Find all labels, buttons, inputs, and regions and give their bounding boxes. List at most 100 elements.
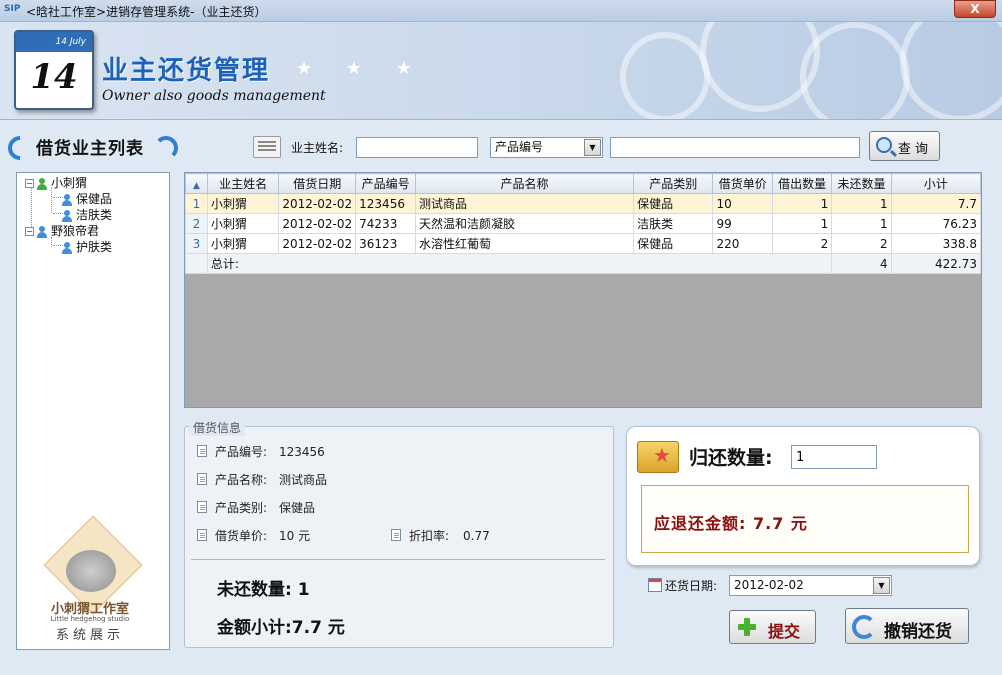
app-icon: SIP [4, 4, 21, 14]
cell-name: 水溶性红葡萄 [415, 233, 635, 254]
col-owner[interactable]: 业主姓名 [206, 173, 280, 194]
submit-label: 提交 [768, 622, 801, 641]
cell-name: 天然温和洁颜凝胶 [415, 213, 635, 234]
cell-price: 99 [712, 213, 773, 234]
document-icon [197, 445, 207, 457]
cell-category: 保健品 [633, 233, 714, 254]
col-date[interactable]: 借货日期 [278, 173, 357, 194]
price-value: 10 元 [279, 529, 311, 543]
refund-box: 应退还金额: 7.7 元 [641, 485, 969, 553]
undo-return-button[interactable]: 撤销还货 [845, 608, 969, 644]
person-blue-icon [61, 209, 73, 222]
loan-table[interactable]: ▲ 业主姓名 借货日期 产品编号 产品名称 产品类别 借货单价 借出数量 未还数… [185, 173, 982, 274]
divider [191, 559, 605, 560]
code-value: 123456 [279, 445, 325, 459]
loan-info-legend: 借货信息 [189, 419, 246, 436]
return-date-picker[interactable]: 2012-02-02 ▼ [729, 575, 892, 596]
discount-label: 折扣率: [409, 529, 450, 543]
cell-code: 74233 [355, 213, 417, 234]
cell-code: 36123 [355, 233, 417, 254]
close-button[interactable]: X [954, 0, 996, 18]
signal-left-icon [3, 131, 37, 165]
refresh-icon [852, 615, 876, 639]
tree-node-category[interactable]: 护肤类 [61, 239, 112, 255]
tree-node-label: 洁肤类 [76, 208, 113, 222]
return-qty-label: 归还数量: [689, 447, 773, 469]
price-label: 借货单价: [215, 529, 268, 543]
return-panel: 归还数量: 应退还金额: 7.7 元 [626, 426, 980, 566]
category-label: 产品类别: [215, 501, 268, 515]
row-number: 3 [185, 233, 208, 254]
tree-node-category[interactable]: 保健品 [61, 191, 112, 207]
submit-button[interactable]: 提交 [729, 610, 816, 644]
cell-owner: 小刺猬 [206, 233, 280, 254]
category-value: 保健品 [279, 501, 316, 515]
dropdown-arrow-icon[interactable]: ▼ [873, 577, 890, 594]
table-row[interactable]: 3 小刺猬 2012-02-02 36123 水溶性红葡萄 保健品 220 2 … [185, 233, 982, 254]
studio-name-en: Little hedgehog studio [50, 615, 130, 623]
cell-price: 10 [712, 193, 773, 214]
document-icon [197, 529, 207, 541]
person-blue-icon [36, 225, 48, 238]
form-icon [253, 136, 281, 158]
keyword-input[interactable] [610, 137, 860, 158]
hedgehog-icon [66, 550, 116, 592]
collapse-icon[interactable]: − [25, 179, 34, 188]
tree-node-category[interactable]: 洁肤类 [61, 207, 112, 223]
owner-name-label: 业主姓名: [291, 141, 344, 155]
table-total-row: 总计: 4 422.73 [185, 253, 982, 274]
undo-label: 撤销还货 [884, 622, 952, 642]
cell-lent: 2 [771, 233, 833, 254]
page-title: 业主还货管理 [102, 56, 271, 86]
col-subtotal[interactable]: 小计 [890, 173, 982, 194]
document-icon [197, 501, 207, 513]
cell-unreturned: 1 [831, 193, 892, 214]
collapse-icon[interactable]: − [25, 227, 34, 236]
discount-value: 0.77 [463, 529, 490, 543]
owner-list-title: 借货业主列表 [36, 139, 144, 159]
cell-name: 测试商品 [415, 193, 635, 214]
calendar-day: 14 [30, 57, 78, 97]
calendar-small-icon [648, 578, 662, 592]
loan-grid[interactable]: ▲ 业主姓名 借货日期 产品编号 产品名称 产品类别 借货单价 借出数量 未还数… [184, 172, 982, 408]
return-qty-input[interactable] [791, 445, 877, 469]
col-unreturned[interactable]: 未还数量 [831, 173, 892, 194]
loan-info-panel: 借货信息 产品编号: 123456 产品名称: 测试商品 产品类别: 保健品 借… [184, 419, 614, 648]
col-category[interactable]: 产品类别 [633, 173, 714, 194]
table-row[interactable]: 1 小刺猬 2012-02-02 123456 测试商品 保健品 10 1 1 … [185, 193, 982, 214]
decor-swirl [800, 22, 910, 119]
tree-node-label: 野狼帝君 [51, 224, 100, 238]
search-field-value: 产品编号 [495, 140, 544, 154]
cell-lent: 1 [771, 213, 833, 234]
table-header-row: ▲ 业主姓名 借货日期 产品编号 产品名称 产品类别 借货单价 借出数量 未还数… [185, 173, 982, 194]
table-row[interactable]: 2 小刺猬 2012-02-02 74233 天然温和洁颜凝胶 洁肤类 99 1… [185, 213, 982, 234]
row-indicator-header[interactable]: ▲ [185, 173, 208, 194]
page-subtitle: Owner also goods management [102, 88, 326, 104]
cell-subtotal: 76.23 [890, 213, 982, 234]
header-banner: 14 July 14 业主还货管理 ★ ★ ★ Owner also goods… [0, 22, 1002, 120]
col-price[interactable]: 借货单价 [712, 173, 773, 194]
decor-swirl [620, 32, 710, 119]
total-unreturned: 4 [831, 253, 892, 274]
tree-node-label: 保健品 [76, 192, 113, 206]
cell-subtotal: 7.7 [890, 193, 982, 214]
row-number [185, 253, 208, 274]
tree-node-owner[interactable]: − 小刺猬 [25, 175, 87, 191]
col-code[interactable]: 产品编号 [355, 173, 417, 194]
return-date-value: 2012-02-02 [734, 578, 804, 592]
cell-owner: 小刺猬 [206, 193, 280, 214]
owner-name-input[interactable] [356, 137, 478, 158]
calendar-month: 14 July [16, 32, 92, 52]
col-name[interactable]: 产品名称 [415, 173, 635, 194]
calendar-icon: 14 July 14 [14, 30, 94, 110]
query-button[interactable]: 查询 [869, 131, 940, 161]
row-number: 2 [185, 213, 208, 234]
col-lent[interactable]: 借出数量 [771, 173, 833, 194]
name-label: 产品名称: [215, 473, 268, 487]
person-blue-icon [61, 193, 73, 206]
search-field-select[interactable]: 产品编号 ▼ [490, 137, 603, 158]
tree-node-owner[interactable]: − 野狼帝君 [25, 223, 99, 239]
document-icon [391, 529, 401, 541]
dropdown-arrow-icon[interactable]: ▼ [584, 139, 601, 156]
tree-node-label: 护肤类 [76, 240, 113, 254]
